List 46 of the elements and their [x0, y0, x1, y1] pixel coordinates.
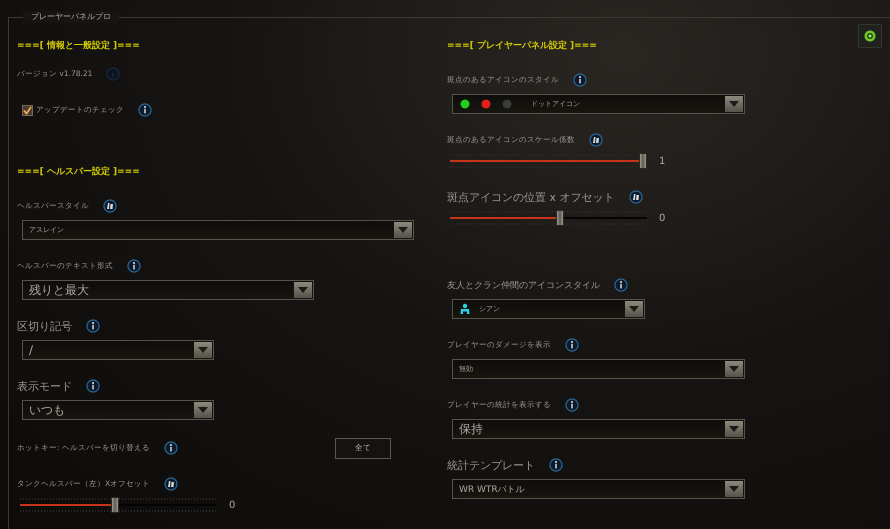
caret-icon[interactable] [294, 282, 312, 298]
info-icon[interactable] [614, 278, 628, 292]
field-label: 区切り記号 [17, 318, 72, 334]
info-icon[interactable] [573, 73, 587, 87]
slider-thumb[interactable] [110, 497, 119, 513]
info-icon[interactable] [86, 379, 100, 393]
panel-title: プレーヤーパネルプロ [23, 11, 119, 23]
badge-icon[interactable] [164, 477, 178, 491]
caret-icon[interactable] [394, 222, 412, 238]
info-icon[interactable] [164, 441, 178, 455]
dropdown[interactable]: いつも [22, 400, 214, 420]
person-icon [459, 303, 471, 315]
section-heading: ===[ プレイヤーパネル設定 ]=== [447, 39, 598, 53]
info-icon[interactable] [86, 319, 100, 333]
slider-thumb[interactable] [556, 210, 564, 226]
badge-icon[interactable] [628, 190, 643, 204]
dropdown[interactable]: WR WTRバトル [452, 479, 745, 499]
dropdown[interactable]: 保持 [452, 419, 745, 439]
caret-icon[interactable] [725, 96, 743, 112]
section-heading: ===[ ヘルスバー設定 ]=== [17, 165, 141, 179]
info-icon[interactable] [565, 338, 579, 352]
field-label: 斑点アイコンの位置 x オフセット [447, 190, 615, 204]
caret-icon[interactable] [725, 421, 743, 437]
field-label: 表示モード [17, 378, 72, 394]
checkbox[interactable] [22, 104, 33, 116]
slider-value: 0 [659, 212, 666, 224]
info-icon[interactable] [127, 259, 141, 273]
badge-icon[interactable] [589, 133, 603, 147]
field-label: 統計テンプレート [447, 458, 535, 472]
caret-icon[interactable] [194, 402, 212, 418]
slider-value: 1 [659, 156, 666, 166]
caret-icon[interactable] [725, 361, 743, 377]
info-icon[interactable] [549, 458, 563, 472]
caret-icon[interactable] [625, 301, 643, 317]
toggle-button[interactable] [858, 24, 882, 48]
section-heading: ===[ 情報と一般設定 ]=== [17, 39, 141, 53]
info-icon[interactable] [138, 103, 152, 117]
dropdown[interactable]: / [22, 340, 214, 360]
info-icon[interactable] [565, 398, 579, 412]
caret-icon[interactable] [725, 481, 743, 497]
dropdown[interactable]: 残りと最大 [22, 280, 314, 300]
slider-value: 0 [229, 500, 236, 510]
badge-icon[interactable] [103, 199, 117, 213]
slider-thumb[interactable] [639, 153, 648, 169]
caret-icon[interactable] [194, 342, 212, 358]
field-label: 友人とクラン仲間のアイコンスタイル [447, 280, 600, 292]
